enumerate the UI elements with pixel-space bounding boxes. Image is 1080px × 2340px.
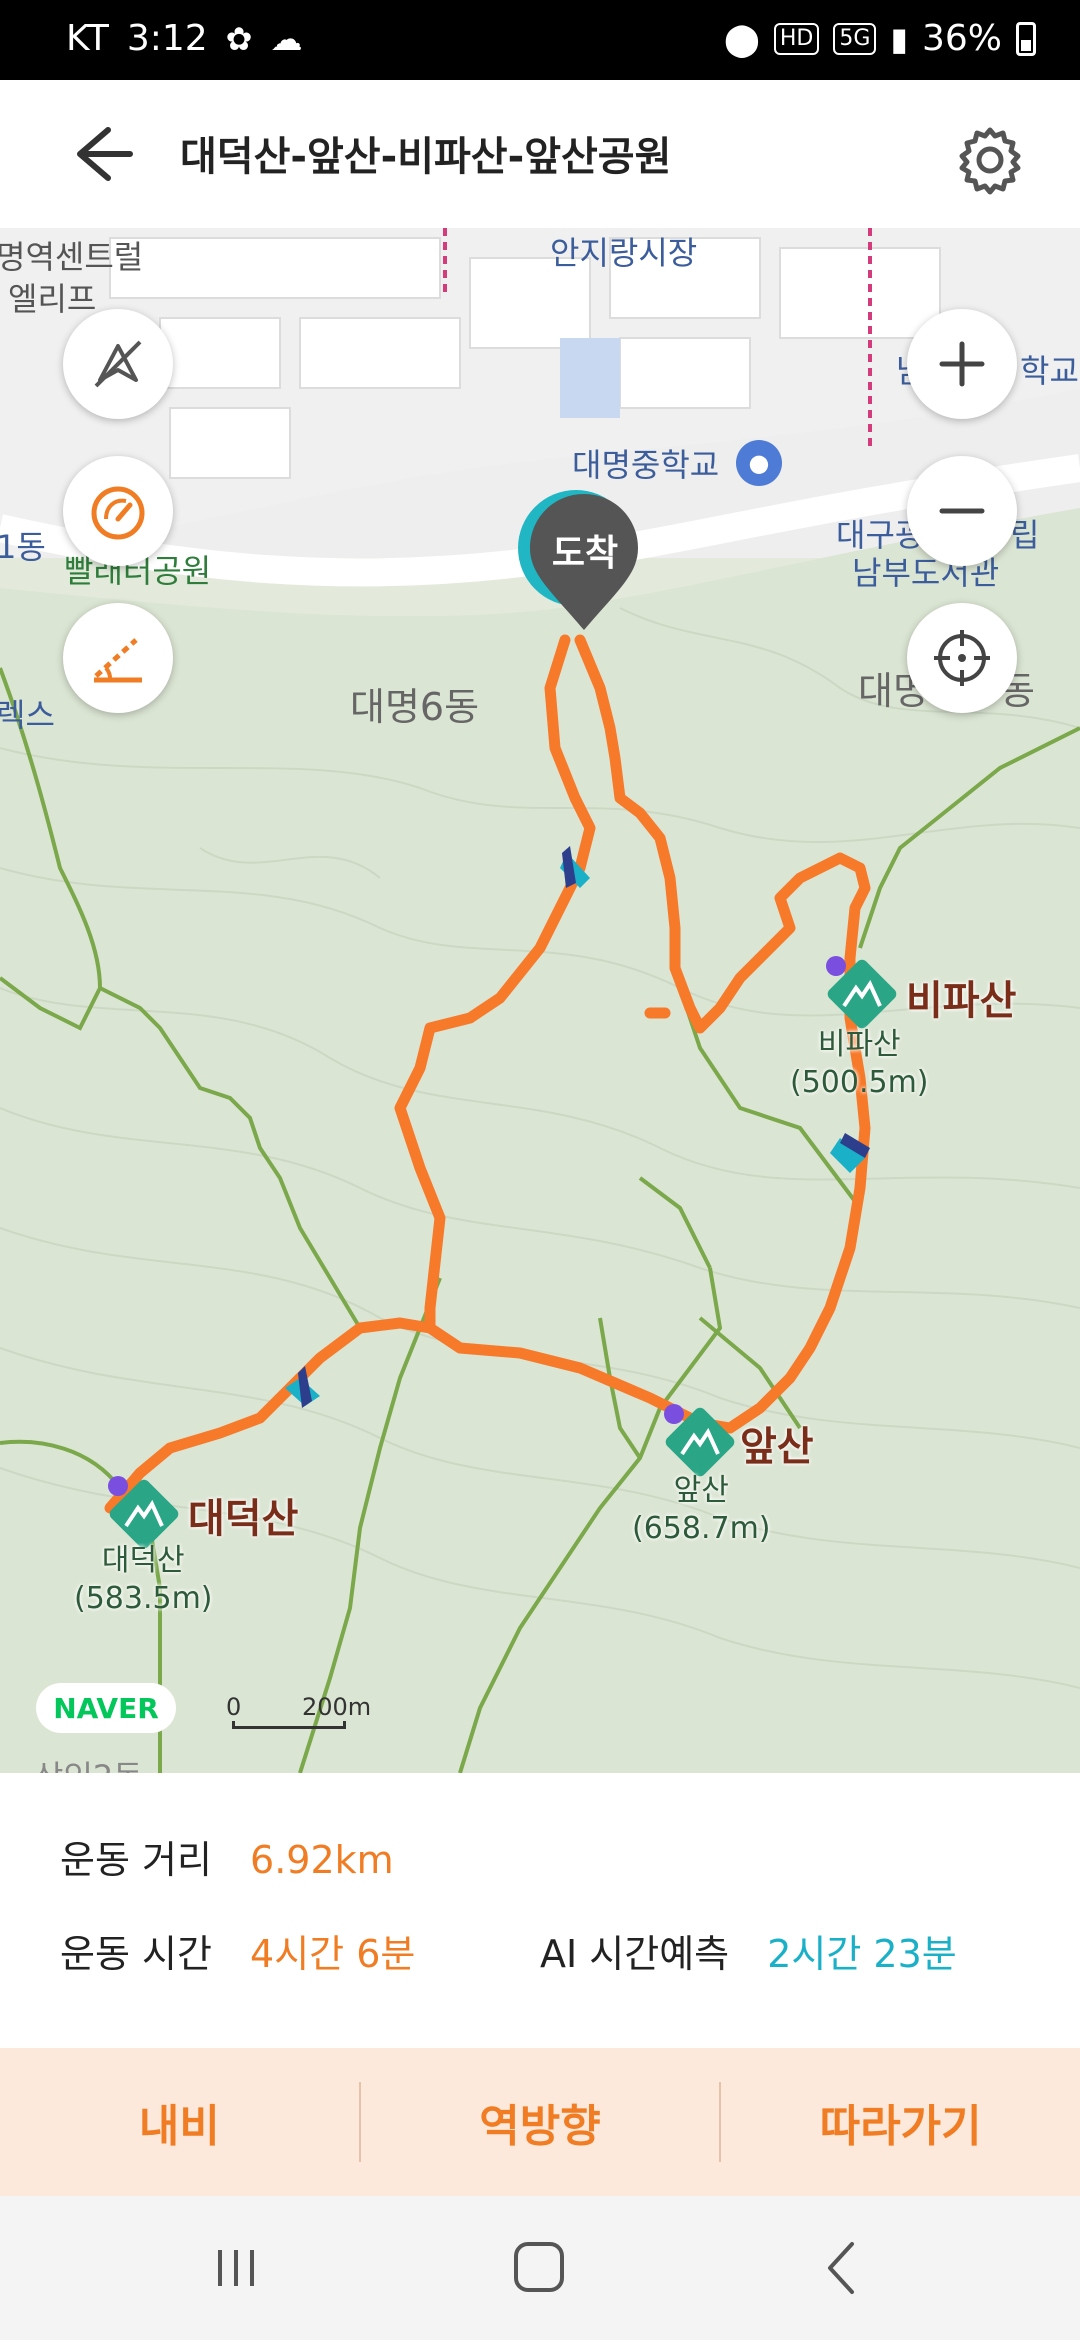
map-scale: 0 200m bbox=[226, 1693, 376, 1733]
peak-sub-bipasan: 비파산 (500.5m) bbox=[790, 1026, 929, 1102]
school-icon: ● bbox=[736, 440, 782, 486]
map-label-daemyung6: 대명6동 bbox=[350, 685, 480, 729]
page-title: 대덕산-앞산-비파산-앞산공원 bbox=[180, 134, 672, 180]
crosshair-icon bbox=[934, 630, 990, 686]
home-button[interactable] bbox=[500, 2232, 580, 2304]
clock: 3:12 bbox=[126, 18, 208, 59]
distance-label: 운동 거리 bbox=[60, 1838, 212, 1882]
recents-icon bbox=[218, 2250, 254, 2286]
map-label-school: 학교 bbox=[1020, 352, 1079, 390]
map-label-daemyung-middle: 대명중학교 bbox=[572, 446, 720, 484]
minus-icon bbox=[939, 508, 985, 514]
map-view[interactable]: 명역센트럴 엘리프 안지랑시장 남 학교 대명중학교 ● 대구광 립 남부도서관… bbox=[0, 228, 1080, 1773]
battery-percent: 36% bbox=[921, 18, 1002, 59]
distance-value: 6.92km bbox=[250, 1838, 394, 1882]
compass-off-icon bbox=[94, 340, 142, 388]
peak-name-apsan: 앞산 bbox=[740, 1424, 814, 1470]
ai-prediction-value: 2시간 23분 bbox=[767, 1932, 957, 1976]
app-header: 대덕산-앞산-비파산-앞산공원 bbox=[0, 80, 1080, 228]
slope-button[interactable] bbox=[63, 603, 173, 713]
action-bar: 내비 역방향 따라가기 bbox=[0, 2048, 1080, 2196]
arrival-label: 도착 bbox=[551, 533, 619, 574]
naver-logo: NAVER bbox=[36, 1683, 176, 1733]
map-label-dong-left: 1동 bbox=[0, 528, 46, 566]
mountain-peak-icon[interactable] bbox=[660, 1402, 740, 1482]
back-chevron-icon bbox=[828, 2242, 854, 2294]
settings-button[interactable] bbox=[950, 120, 1030, 200]
signal-icon: ▮ bbox=[890, 19, 908, 58]
system-back-button[interactable] bbox=[804, 2232, 884, 2304]
peak-sub-name: 대덕산 bbox=[101, 1543, 185, 1578]
scale-distance-label: 200m bbox=[302, 1693, 372, 1721]
my-location-button[interactable] bbox=[907, 603, 1017, 713]
peak-sub-name: 비파산 bbox=[817, 1027, 901, 1062]
speed-button[interactable] bbox=[63, 456, 173, 566]
speedometer-icon bbox=[91, 486, 145, 540]
map-label-station: 명역센트럴 bbox=[0, 238, 144, 276]
follow-button[interactable]: 따라가기 bbox=[721, 2048, 1080, 2196]
peak-name-daedeoksan: 대덕산 bbox=[188, 1496, 299, 1542]
map-label-market: 안지랑시장 bbox=[550, 234, 698, 272]
system-nav-bar bbox=[0, 2196, 1080, 2340]
compass-toggle-button[interactable] bbox=[63, 309, 173, 419]
time-value: 4시간 6분 bbox=[250, 1932, 416, 1976]
peak-elevation: (583.5m) bbox=[74, 1581, 213, 1616]
reverse-direction-button[interactable]: 역방향 bbox=[361, 2048, 720, 2196]
peak-sub-daedeoksan: 대덕산 (583.5m) bbox=[74, 1542, 213, 1618]
map-label-elief: 엘리프 bbox=[8, 280, 97, 318]
map-label-left-edge: 렉스 bbox=[0, 696, 55, 734]
cloud-icon: ☁ bbox=[270, 19, 303, 58]
network-badge: 5G bbox=[833, 22, 877, 55]
peak-sub-apsan: 앞산 (658.7m) bbox=[632, 1472, 771, 1548]
map-label-bottom-left: 상인2동 bbox=[34, 1752, 143, 1773]
ai-prediction-row: AI 시간예측 2시간 23분 bbox=[540, 1923, 957, 1978]
slope-icon bbox=[94, 638, 142, 683]
activity-icon: ✿ bbox=[225, 19, 253, 58]
zoom-out-button[interactable] bbox=[907, 456, 1017, 566]
ai-prediction-label: AI 시간예측 bbox=[540, 1932, 730, 1976]
scale-bar bbox=[232, 1721, 346, 1729]
gear-icon bbox=[959, 127, 1021, 195]
arrival-marker[interactable]: 도착 bbox=[518, 490, 642, 640]
time-row: 운동 시간 4시간 6분 bbox=[60, 1923, 415, 1978]
arrow-left-icon bbox=[77, 127, 133, 181]
location-pin-icon: ⬤ bbox=[724, 19, 760, 58]
route-info-panel: 운동 거리 6.92km 운동 시간 4시간 6분 AI 시간예측 2시간 23… bbox=[0, 1773, 1080, 2048]
peak-sub-name: 앞산 bbox=[673, 1473, 729, 1508]
scale-zero-label: 0 bbox=[226, 1693, 242, 1721]
back-button[interactable] bbox=[58, 118, 148, 190]
battery-icon bbox=[1016, 21, 1036, 56]
home-icon bbox=[514, 2242, 564, 2292]
plus-icon bbox=[939, 341, 985, 387]
navigate-button[interactable]: 내비 bbox=[0, 2048, 359, 2196]
carrier-label: KT bbox=[66, 18, 109, 59]
hd-badge: HD bbox=[773, 22, 820, 55]
peak-name-bipasan: 비파산 bbox=[906, 978, 1017, 1024]
status-bar: KT 3:12 ✿ ☁ ⬤ HD 5G ▮ 36% bbox=[0, 0, 1080, 80]
distance-row: 운동 거리 6.92km bbox=[60, 1829, 394, 1884]
recents-button[interactable] bbox=[196, 2232, 276, 2304]
peak-elevation: (500.5m) bbox=[790, 1065, 929, 1100]
time-label: 운동 시간 bbox=[60, 1932, 212, 1976]
zoom-in-button[interactable] bbox=[907, 309, 1017, 419]
peak-elevation: (658.7m) bbox=[632, 1511, 771, 1546]
mountain-peak-icon[interactable] bbox=[822, 954, 902, 1034]
